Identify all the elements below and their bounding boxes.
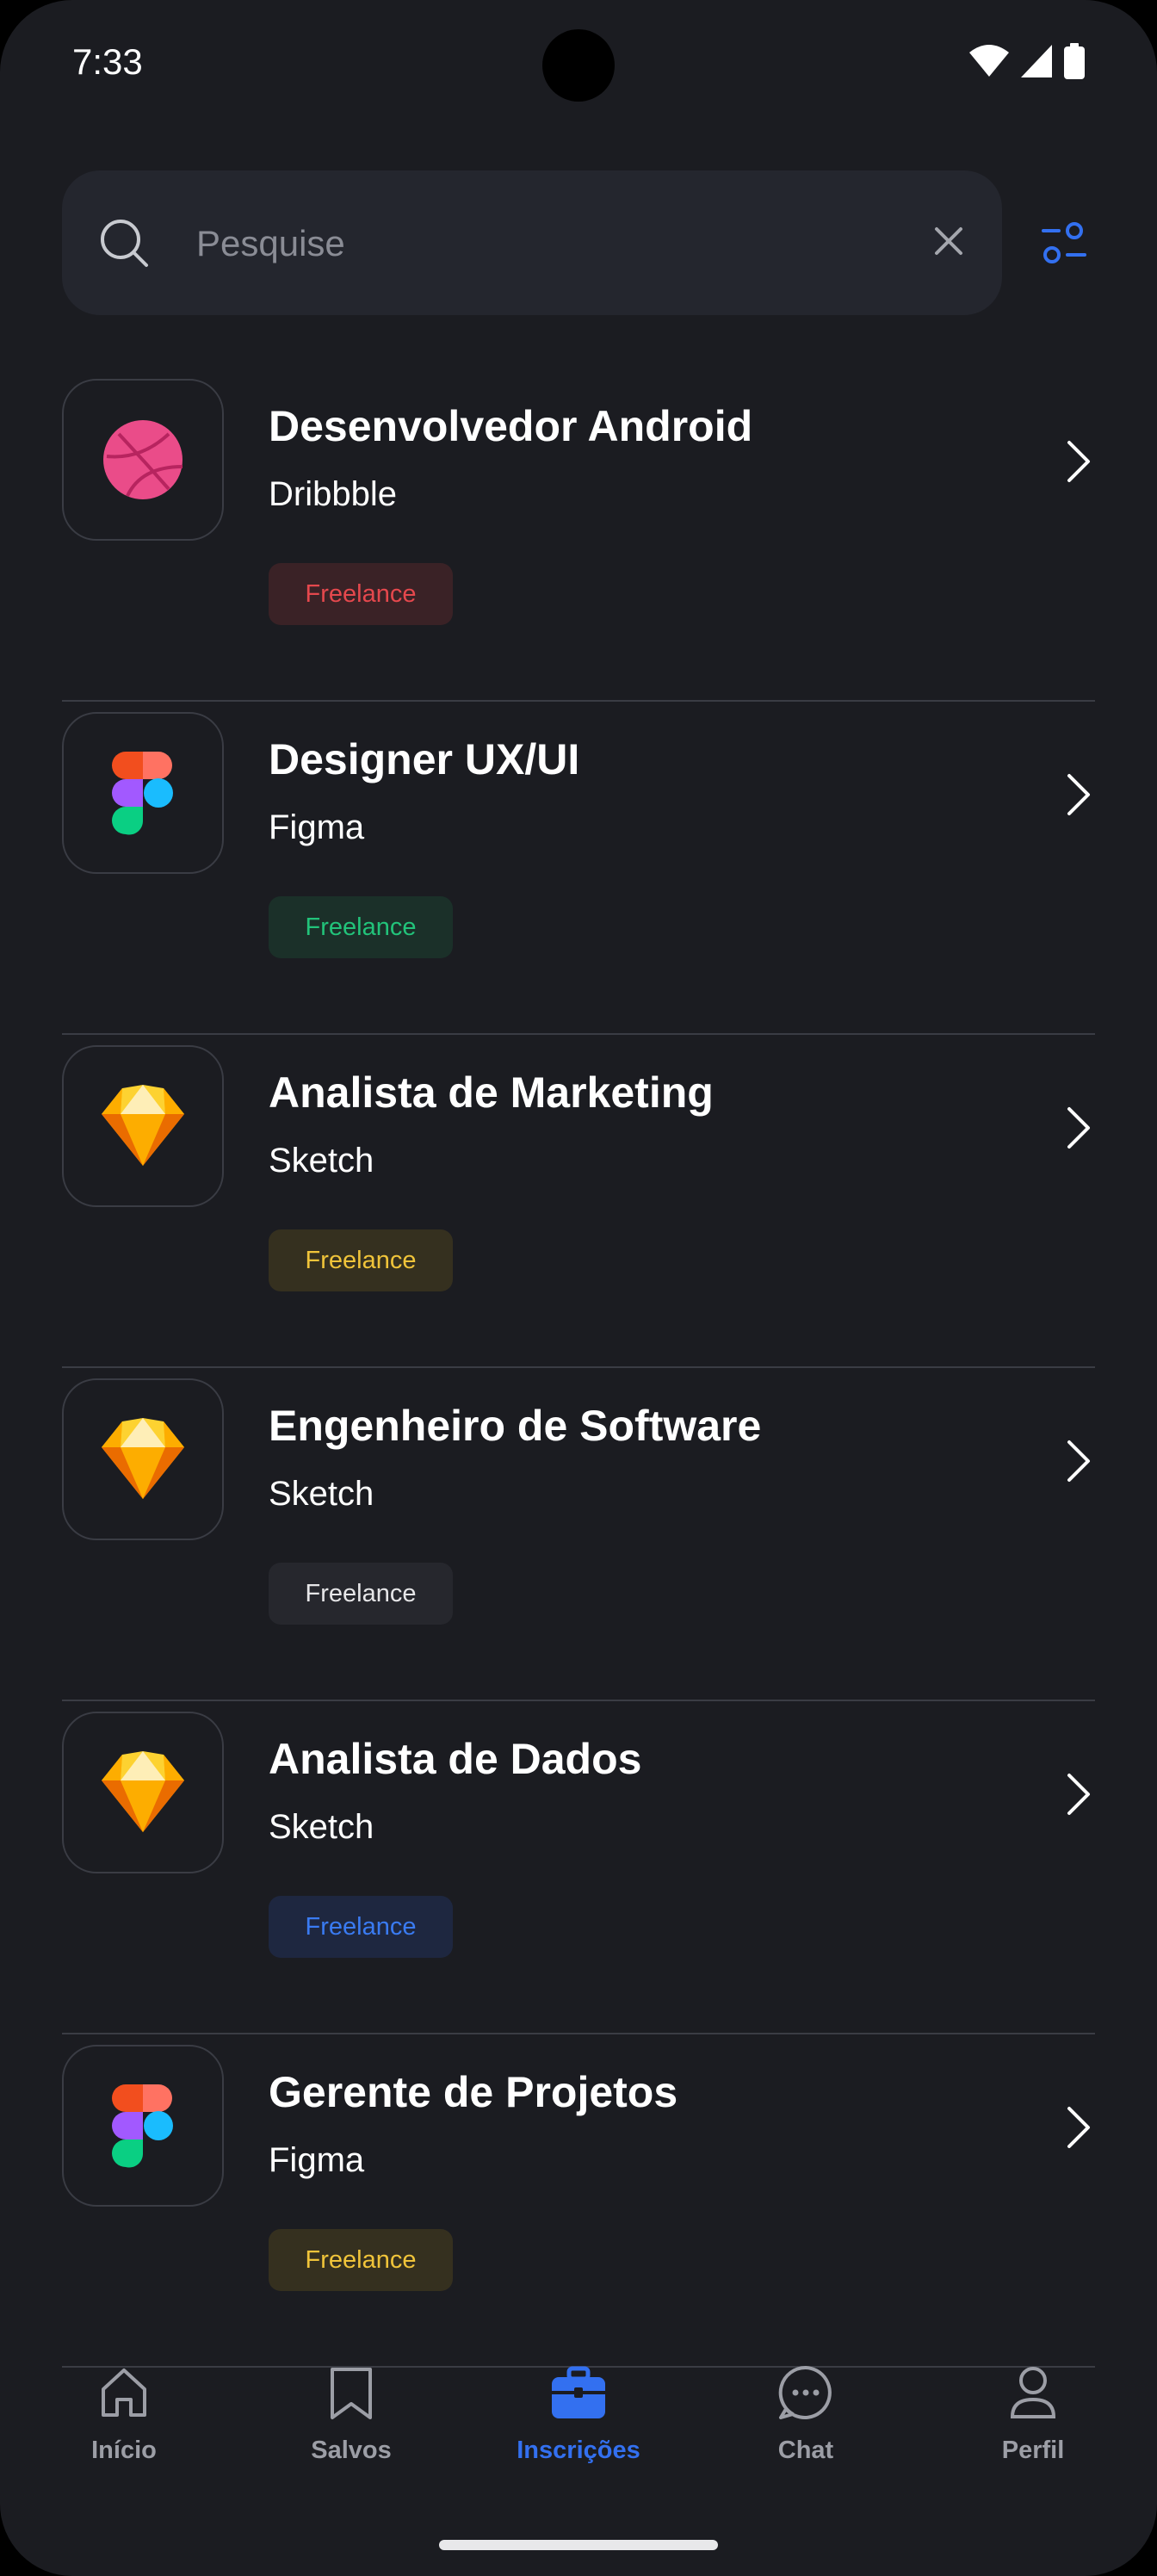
job-type-badge: Freelance [269, 1896, 453, 1958]
app-screen: 7:33 Desenvolvedor Android Dribbble Free… [0, 0, 1157, 2576]
job-list: Desenvolvedor Android Dribbble Freelance… [62, 368, 1095, 2368]
status-time: 7:33 [72, 41, 143, 82]
job-company: Sketch [269, 1142, 374, 1180]
job-title: Engenheiro de Software [269, 1402, 762, 1450]
company-logo [62, 1045, 224, 1207]
sketch-logo-icon [102, 1751, 184, 1832]
company-logo [62, 379, 224, 541]
company-logo [62, 1712, 224, 1873]
job-title: Designer UX/UI [269, 735, 580, 783]
figma-logo-icon [112, 2084, 173, 2168]
chevron-right-icon[interactable] [1062, 1104, 1093, 1152]
job-company: Dribbble [269, 475, 397, 513]
sketch-logo-icon [102, 1418, 184, 1499]
status-bar: 7:33 [0, 0, 1157, 129]
company-logo [62, 1378, 224, 1540]
job-title: Analista de Marketing [269, 1068, 714, 1117]
figma-logo-icon [112, 752, 173, 835]
sketch-logo-icon [102, 1085, 184, 1166]
chevron-right-icon[interactable] [1062, 1437, 1093, 1485]
job-type-badge: Freelance [269, 1563, 453, 1625]
home-icon [96, 2361, 152, 2424]
company-logo [62, 712, 224, 874]
nav-label: Inscrições [517, 2437, 640, 2464]
nav-item-profile[interactable]: Perfil [947, 2325, 1119, 2480]
battery-icon [1064, 43, 1085, 79]
job-company: Figma [269, 808, 365, 846]
signal-icon [1021, 45, 1052, 77]
job-list-item[interactable]: Analista de Dados Sketch Freelance [62, 1701, 1095, 2034]
chevron-right-icon[interactable] [1062, 1770, 1093, 1818]
job-type-badge: Freelance [269, 1229, 453, 1291]
job-title: Desenvolvedor Android [269, 402, 753, 450]
nav-item-home[interactable]: Início [38, 2325, 210, 2480]
chat-icon [777, 2361, 834, 2424]
chevron-right-icon[interactable] [1062, 437, 1093, 486]
bookmark-icon [327, 2361, 375, 2424]
job-type-badge: Freelance [269, 896, 453, 958]
job-company: Sketch [269, 1475, 374, 1513]
job-list-item[interactable]: Engenheiro de Software Sketch Freelance [62, 1368, 1095, 1701]
nav-label: Perfil [1001, 2437, 1065, 2464]
job-company: Sketch [269, 1808, 374, 1846]
profile-icon [1009, 2361, 1057, 2424]
job-list-item[interactable]: Desenvolvedor Android Dribbble Freelance [62, 368, 1095, 702]
chevron-right-icon[interactable] [1062, 2103, 1093, 2152]
search-bar[interactable] [62, 170, 1002, 315]
bottom-nav: Início Salvos Inscrições Chat Perfil [0, 2325, 1157, 2497]
nav-item-chat[interactable]: Chat [720, 2325, 892, 2480]
close-icon[interactable] [931, 224, 966, 258]
nav-item-briefcase[interactable]: Inscrições [492, 2325, 665, 2480]
dribbble-logo-icon [103, 420, 183, 499]
job-list-item[interactable]: Designer UX/UI Figma Freelance [62, 702, 1095, 1035]
job-list-item[interactable]: Gerente de Projetos Figma Freelance [62, 2034, 1095, 2368]
status-icons [969, 43, 1085, 79]
nav-label: Chat [777, 2437, 834, 2464]
briefcase-icon [550, 2361, 607, 2424]
nav-label: Salvos [311, 2437, 392, 2464]
nav-label: Início [91, 2437, 157, 2464]
wifi-icon [969, 45, 1009, 77]
nav-item-bookmark[interactable]: Salvos [265, 2325, 437, 2480]
job-type-badge: Freelance [269, 563, 453, 625]
job-type-badge: Freelance [269, 2229, 453, 2291]
camera-cutout [542, 29, 615, 102]
job-title: Gerente de Projetos [269, 2068, 678, 2116]
home-indicator [439, 2540, 718, 2550]
chevron-right-icon[interactable] [1062, 771, 1093, 819]
search-icon [101, 220, 148, 267]
job-title: Analista de Dados [269, 1735, 642, 1783]
company-logo [62, 2045, 224, 2207]
filter-icon[interactable] [1042, 220, 1086, 265]
job-company: Figma [269, 2141, 365, 2179]
job-list-item[interactable]: Analista de Marketing Sketch Freelance [62, 1035, 1095, 1368]
search-input[interactable] [195, 217, 938, 270]
